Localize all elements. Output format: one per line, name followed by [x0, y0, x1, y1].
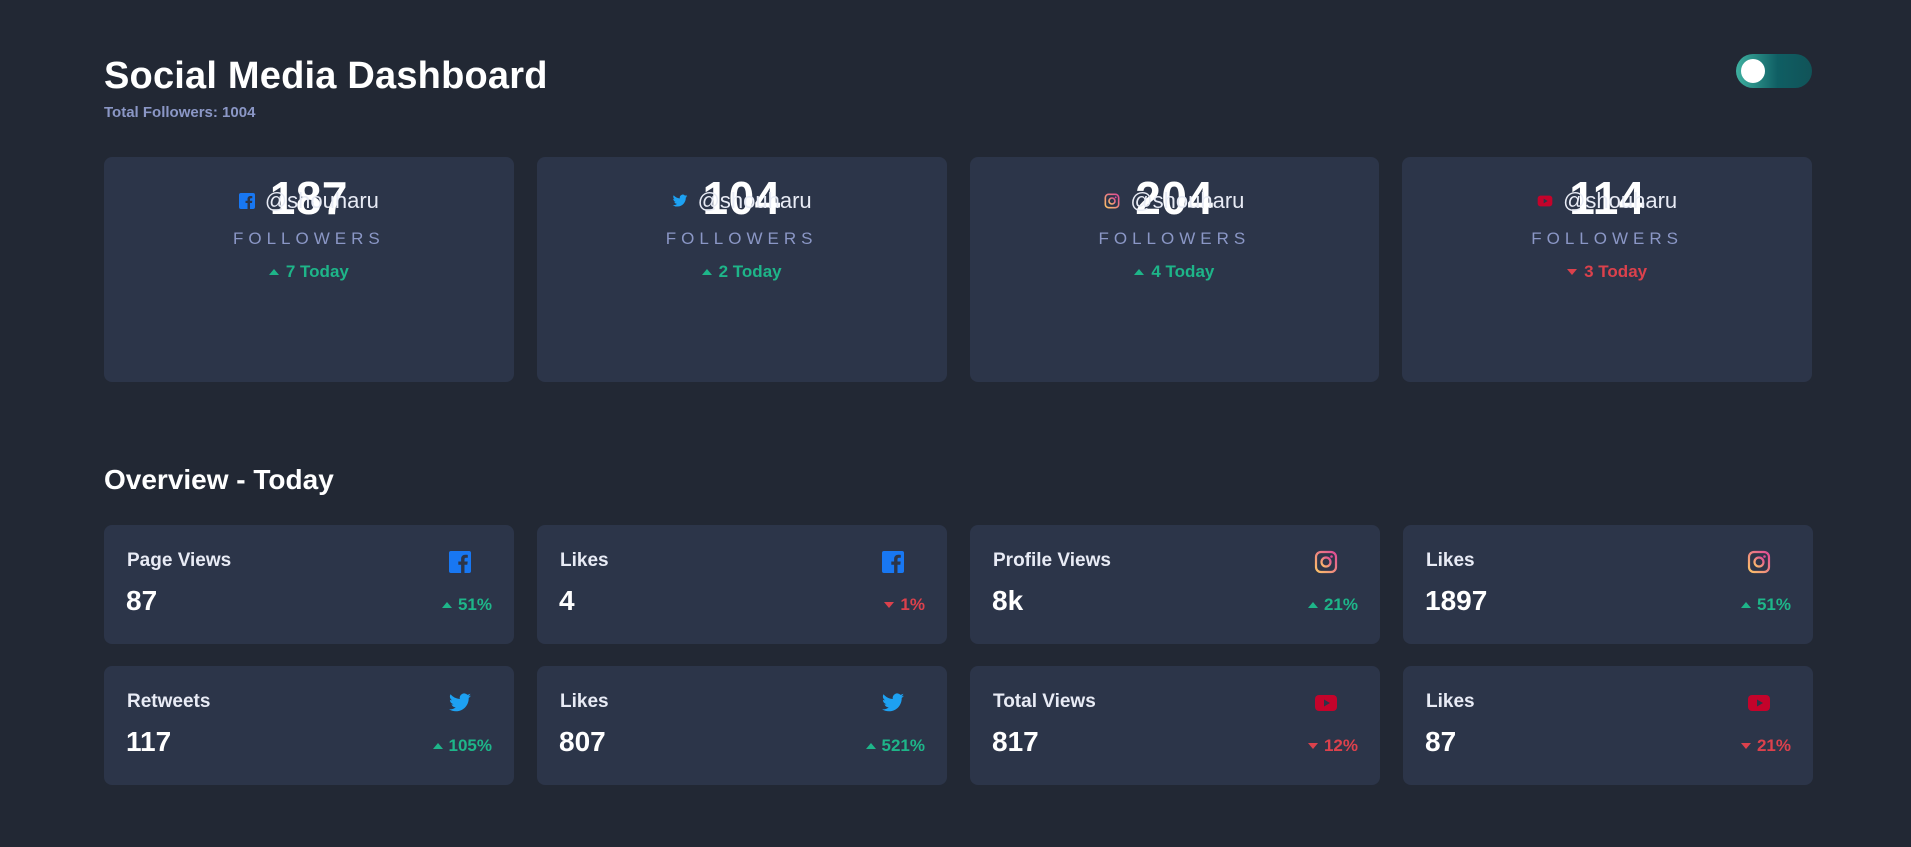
overview-card[interactable]: Likes 4 1%	[537, 525, 947, 644]
percent-change: 51%	[441, 595, 492, 615]
percent-text: 51%	[457, 595, 492, 614]
percent-text: 21%	[1323, 595, 1358, 614]
overview-card[interactable]: Profile Views 8k 21%	[970, 525, 1380, 644]
handle[interactable]: @shouharu	[265, 188, 379, 214]
metric-value: 807	[559, 726, 606, 757]
percent-change: 51%	[1740, 595, 1791, 615]
percent-change: 521%	[865, 736, 925, 756]
up-arrow-icon	[865, 743, 876, 749]
overview-card[interactable]: Page Views 87 51%	[104, 525, 514, 644]
metric-value: 117	[126, 726, 172, 757]
percent-change: 1%	[884, 595, 925, 615]
percent-text: 21%	[1756, 736, 1791, 755]
overview-card[interactable]: Likes 87 21%	[1403, 666, 1813, 785]
page-title: Social Media Dashboard	[104, 55, 548, 97]
follower-cards: @shouharu 187 FOLLOWERS 7 Today @shouhar…	[104, 157, 1812, 382]
daily-change: 2 Today	[537, 262, 947, 282]
twitter-icon	[882, 693, 904, 712]
followers-label: FOLLOWERS	[1531, 229, 1683, 248]
metric-label: Likes	[1426, 550, 1475, 571]
twitter-icon	[449, 693, 471, 712]
handle-row: @shouharu	[1402, 157, 1812, 214]
percent-text: 521%	[881, 736, 925, 755]
header: Social Media Dashboard Total Followers: …	[104, 0, 1812, 157]
up-arrow-icon	[268, 269, 279, 275]
down-arrow-icon	[1307, 743, 1318, 749]
handle[interactable]: @shouharu	[1563, 188, 1677, 214]
facebook-icon	[238, 193, 255, 209]
follower-card-twitter[interactable]: @shouharu 104 FOLLOWERS 2 Today	[536, 157, 947, 382]
daily-change: 7 Today	[104, 262, 514, 282]
followers-label: FOLLOWERS	[1098, 229, 1251, 248]
daily-change: 3 Today	[1402, 262, 1812, 282]
percent-text: 1%	[900, 595, 925, 614]
total-followers: Total Followers: 1004	[104, 104, 256, 121]
facebook-icon	[882, 551, 904, 573]
down-arrow-icon	[884, 602, 895, 608]
dark-mode-toggle[interactable]	[1736, 54, 1812, 88]
handle-row: @shouharu	[104, 157, 514, 214]
percent-text: 105%	[448, 736, 492, 755]
percent-change: 105%	[432, 736, 492, 756]
youtube-icon	[1748, 695, 1770, 711]
metric-value: 8k	[992, 585, 1024, 616]
overview-card[interactable]: Likes 807 521%	[537, 666, 947, 785]
metric-label: Likes	[1426, 691, 1475, 712]
handle-row: @shouharu	[970, 157, 1380, 214]
follower-card-youtube[interactable]: @shouharu 114 FOLLOWERS 3 Today	[1402, 157, 1812, 382]
metric-label: Total Views	[993, 691, 1096, 712]
overview-grid: Page Views 87 51% Likes 4 1% Profile Vie…	[104, 525, 1813, 785]
facebook-icon	[449, 551, 471, 573]
handle[interactable]: @shouharu	[698, 188, 812, 214]
percent-change: 21%	[1740, 736, 1791, 756]
down-arrow-icon	[1567, 269, 1578, 275]
change-text: 4 Today	[1151, 262, 1215, 281]
percent-text: 12%	[1323, 736, 1358, 755]
up-arrow-icon	[1740, 602, 1751, 608]
change-text: 7 Today	[285, 262, 349, 281]
follower-card-facebook[interactable]: @shouharu 187 FOLLOWERS 7 Today	[104, 157, 514, 382]
metric-value: 87	[126, 585, 158, 616]
instagram-icon	[1104, 193, 1120, 209]
percent-change: 12%	[1307, 736, 1358, 756]
dashboard: Social Media Dashboard Total Followers: …	[104, 0, 1813, 785]
down-arrow-icon	[1740, 743, 1751, 749]
overview-title: Overview - Today	[104, 464, 334, 495]
follower-card-instagram[interactable]: @shouharu 204 FOLLOWERS 4 Today	[969, 157, 1380, 382]
up-arrow-icon	[441, 602, 452, 608]
metric-label: Page Views	[127, 550, 232, 571]
metric-label: Profile Views	[993, 550, 1111, 571]
metric-value: 1897	[1425, 585, 1488, 616]
followers-label: FOLLOWERS	[665, 229, 818, 248]
metric-value: 817	[992, 726, 1039, 757]
instagram-icon	[1747, 550, 1771, 574]
metric-label: Retweets	[127, 691, 211, 712]
instagram-icon	[1314, 550, 1338, 574]
overview-card[interactable]: Likes 1897 51%	[1403, 525, 1813, 644]
youtube-icon	[1315, 695, 1337, 711]
twitter-icon	[672, 194, 687, 207]
up-arrow-icon	[1307, 602, 1318, 608]
percent-change: 21%	[1307, 595, 1358, 615]
toggle-knob	[1741, 59, 1765, 83]
percent-text: 51%	[1756, 595, 1791, 614]
handle[interactable]: @shouharu	[1130, 188, 1244, 214]
youtube-icon	[1537, 195, 1553, 207]
up-arrow-icon	[1134, 269, 1145, 275]
metric-label: Likes	[560, 691, 609, 712]
followers-label: FOLLOWERS	[233, 229, 385, 248]
metric-value: 87	[1425, 726, 1457, 757]
overview-card[interactable]: Total Views 817 12%	[970, 666, 1380, 785]
metric-value: 4	[559, 585, 575, 616]
up-arrow-icon	[432, 743, 443, 749]
change-text: 3 Today	[1584, 262, 1648, 281]
change-text: 2 Today	[718, 262, 782, 281]
metric-label: Likes	[560, 550, 609, 571]
overview-card[interactable]: Retweets 117 105%	[104, 666, 514, 785]
up-arrow-icon	[701, 269, 712, 275]
daily-change: 4 Today	[970, 262, 1380, 282]
handle-row: @shouharu	[537, 157, 947, 214]
